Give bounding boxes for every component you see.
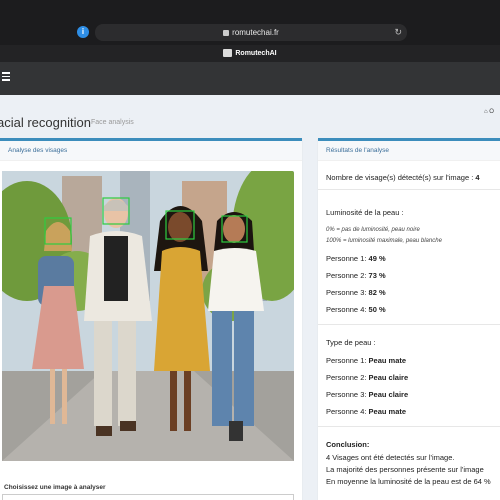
conclusion-title: Conclusion:	[326, 440, 370, 449]
face-count-label: Nombre de visage(s) détecté(s) sur l'ima…	[326, 173, 476, 182]
site-logo-icon	[223, 49, 233, 58]
divider	[318, 426, 500, 427]
skin-type-person-4: Personne 4: Peau mate	[326, 407, 407, 416]
breadcrumb[interactable]: ⌂ O	[484, 109, 494, 115]
divider	[318, 324, 500, 325]
conclusion-line-3: En moyenne la luminosité de la peau est …	[326, 477, 491, 486]
home-icon: ⌂	[484, 109, 488, 115]
luminosity-person-2: Personne 2: 73 %	[326, 271, 386, 280]
skin-type-person-3: Personne 3: Peau claire	[326, 390, 409, 399]
skin-type-person-1: Personne 1: Peau mate	[326, 356, 407, 365]
breadcrumb-text: O	[489, 109, 494, 115]
face-count-line: Nombre de visage(s) détecté(s) sur l'ima…	[326, 173, 480, 182]
luminosity-person-3: Personne 3: 82 %	[326, 288, 386, 297]
shield-icon[interactable]: i	[77, 26, 89, 38]
menu-toggle-icon[interactable]	[2, 72, 10, 81]
skin-type-title: Type de peau :	[326, 338, 376, 347]
choose-image-label: Choisissez une image à analyser	[4, 484, 106, 491]
conclusion-line-2: La majorité des personnes présente sur l…	[326, 465, 484, 474]
page-title: acial recognition	[0, 115, 91, 130]
site-name: RomutechAI	[235, 50, 277, 57]
divider	[318, 189, 500, 190]
image-file-input[interactable]	[2, 494, 294, 500]
face-count-value: 4	[475, 173, 480, 182]
conclusion-line-1: 4 Visages ont été detectés sur l'image.	[326, 453, 455, 462]
luminosity-person-1: Personne 1: 49 %	[326, 254, 386, 263]
site-tab-bar: RomutechAI	[0, 45, 500, 62]
reload-icon[interactable]: ↻	[394, 24, 402, 41]
address-bar[interactable]: romutechai.fr ↻	[95, 24, 407, 41]
luminosity-title: Luminosité de la peau :	[326, 208, 404, 217]
analyzed-photo	[2, 171, 294, 461]
results-panel: Résultats de l'analyse Nombre de visage(…	[318, 138, 500, 500]
url-text: romutechai.fr	[232, 28, 279, 37]
browser-toolbar: i romutechai.fr ↻	[0, 0, 500, 45]
analysis-panel-title: Analyse des visages	[0, 141, 302, 161]
top-navbar	[0, 62, 500, 95]
luminosity-note-2: 100% = luminosité maximale, peau blanche	[326, 238, 442, 244]
content-header: acial recognition Face analysis	[0, 95, 500, 140]
luminosity-person-4: Personne 4: 50 %	[326, 305, 386, 314]
results-panel-title: Résultats de l'analyse	[318, 141, 500, 161]
skin-type-person-2: Personne 2: Peau claire	[326, 373, 409, 382]
page-subtitle: Face analysis	[91, 119, 134, 126]
lock-icon	[223, 29, 230, 36]
analysis-panel: Analyse des visages Choisissez une image…	[0, 138, 302, 500]
luminosity-note-1: 0% = pas de luminosité, peau noire	[326, 227, 420, 233]
